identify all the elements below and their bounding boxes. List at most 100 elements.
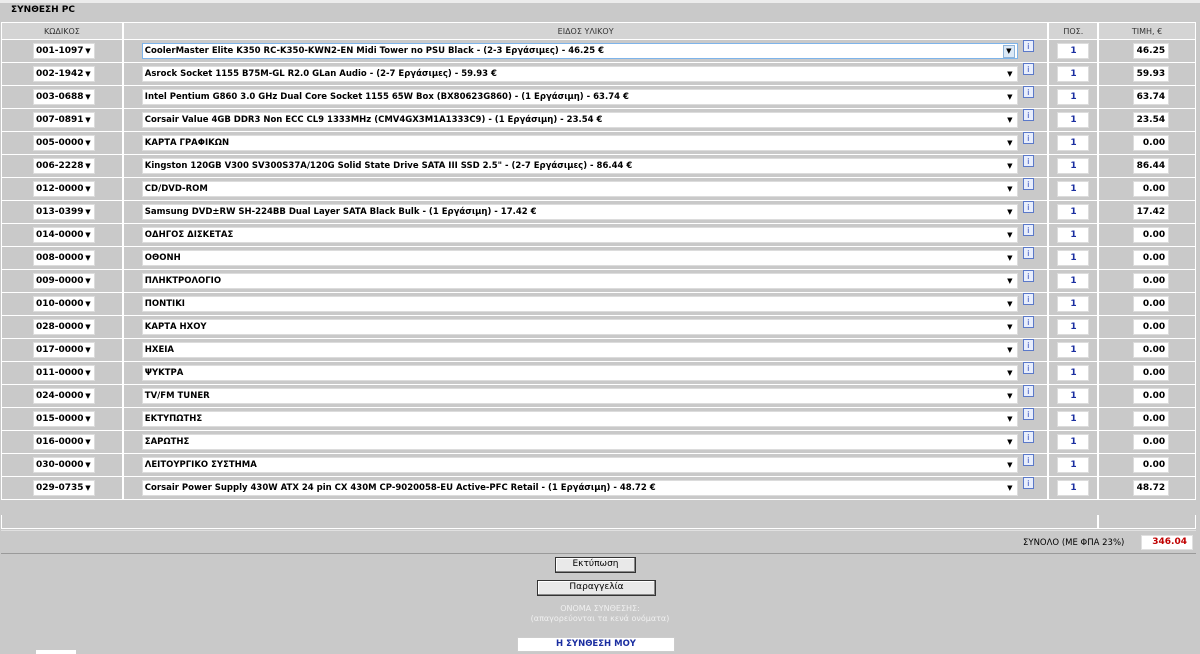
chevron-down-icon[interactable]: ▼: [83, 391, 93, 402]
chevron-down-icon[interactable]: ▼: [1005, 184, 1015, 195]
description-select[interactable]: ΕΚΤΥΠΩΤΗΣ ▼: [141, 411, 1018, 427]
chevron-down-icon[interactable]: ▼: [83, 437, 93, 448]
code-select[interactable]: 011-0000 ▼: [33, 365, 95, 381]
qty-input[interactable]: 1: [1057, 181, 1090, 197]
description-select[interactable]: TV/FM TUNER ▼: [141, 388, 1018, 404]
code-select[interactable]: 002-1942 ▼: [33, 66, 95, 82]
chevron-down-icon[interactable]: ▼: [1005, 138, 1015, 149]
chevron-down-icon[interactable]: ▼: [1005, 414, 1015, 425]
chevron-down-icon[interactable]: ▼: [83, 184, 93, 195]
qty-input[interactable]: 1: [1057, 365, 1090, 381]
chevron-down-icon[interactable]: ▼: [83, 230, 93, 241]
chevron-down-icon[interactable]: ▼: [83, 322, 93, 333]
qty-input[interactable]: 1: [1057, 434, 1090, 450]
qty-input[interactable]: 1: [1057, 227, 1090, 243]
chevron-down-icon[interactable]: ▼: [83, 414, 93, 425]
info-icon[interactable]: i: [1022, 316, 1034, 328]
chevron-down-icon[interactable]: ▼: [1005, 161, 1015, 172]
qty-input[interactable]: 1: [1057, 296, 1090, 312]
chevron-down-icon[interactable]: ▼: [83, 207, 93, 218]
code-select[interactable]: 001-1097 ▼: [33, 43, 95, 59]
qty-input[interactable]: 1: [1057, 66, 1090, 82]
chevron-down-icon[interactable]: ▼: [83, 276, 93, 287]
description-select[interactable]: ΟΘΟΝΗ ▼: [141, 250, 1018, 266]
code-select[interactable]: 024-0000 ▼: [33, 388, 95, 404]
info-icon[interactable]: i: [1022, 224, 1034, 236]
qty-input[interactable]: 1: [1057, 388, 1090, 404]
chevron-down-icon[interactable]: ▼: [83, 253, 93, 264]
code-select[interactable]: 008-0000 ▼: [33, 250, 95, 266]
code-select[interactable]: 010-0000 ▼: [33, 296, 95, 312]
code-select[interactable]: 009-0000 ▼: [33, 273, 95, 289]
code-select[interactable]: 012-0000 ▼: [33, 181, 95, 197]
chevron-down-icon[interactable]: ▼: [83, 483, 93, 494]
description-select[interactable]: CoolerMaster Elite K350 RC-K350-KWN2-EN …: [141, 43, 1018, 59]
chevron-down-icon[interactable]: ▼: [1005, 368, 1015, 379]
description-select[interactable]: ΨΥΚΤΡΑ ▼: [141, 365, 1018, 381]
description-select[interactable]: ΗΧΕΙΑ ▼: [141, 342, 1018, 358]
chevron-down-icon[interactable]: ▼: [83, 69, 93, 80]
chevron-down-icon[interactable]: ▼: [1005, 345, 1015, 356]
code-select[interactable]: 030-0000 ▼: [33, 457, 95, 473]
qty-input[interactable]: 1: [1057, 480, 1090, 496]
info-icon[interactable]: i: [1022, 408, 1034, 420]
chevron-down-icon[interactable]: ▼: [83, 368, 93, 379]
info-icon[interactable]: i: [1022, 201, 1034, 213]
info-icon[interactable]: i: [1022, 270, 1034, 282]
chevron-down-icon[interactable]: ▼: [83, 161, 93, 172]
description-select[interactable]: Asrock Socket 1155 B75M-GL R2.0 GLan Aud…: [141, 66, 1018, 82]
chevron-down-icon[interactable]: ▼: [83, 92, 93, 103]
chevron-down-icon[interactable]: ▼: [1005, 207, 1015, 218]
print-button[interactable]: Εκτύπωση: [555, 557, 636, 573]
chevron-down-icon[interactable]: ▼: [83, 345, 93, 356]
chevron-down-icon[interactable]: ▼: [1005, 483, 1015, 494]
info-icon[interactable]: i: [1022, 86, 1034, 98]
chevron-down-icon[interactable]: ▼: [1005, 299, 1015, 310]
chevron-down-icon[interactable]: ▼: [83, 115, 93, 126]
chevron-down-icon[interactable]: ▼: [1005, 437, 1015, 448]
info-icon[interactable]: i: [1022, 63, 1034, 75]
qty-input[interactable]: 1: [1057, 411, 1090, 427]
qty-input[interactable]: 1: [1057, 158, 1090, 174]
chevron-down-icon[interactable]: ▼: [1005, 460, 1015, 471]
description-select[interactable]: Intel Pentium G860 3.0 GHz Dual Core Soc…: [141, 89, 1018, 105]
qty-input[interactable]: 1: [1057, 319, 1090, 335]
info-icon[interactable]: i: [1022, 339, 1034, 351]
code-select[interactable]: 005-0000 ▼: [33, 135, 95, 151]
info-icon[interactable]: i: [1022, 362, 1034, 374]
chevron-down-icon[interactable]: ▼: [1005, 230, 1015, 241]
info-icon[interactable]: i: [1022, 293, 1034, 305]
code-select[interactable]: 029-0735 ▼: [33, 480, 95, 496]
chevron-down-icon[interactable]: ▼: [1005, 92, 1015, 103]
qty-input[interactable]: 1: [1057, 43, 1090, 59]
description-select[interactable]: ΚΑΡΤΑ ΗΧΟΥ ▼: [141, 319, 1018, 335]
qty-input[interactable]: 1: [1057, 273, 1090, 289]
info-icon[interactable]: i: [1022, 454, 1034, 466]
code-select[interactable]: 006-2228 ▼: [33, 158, 95, 174]
code-select[interactable]: 003-0688 ▼: [33, 89, 95, 105]
chevron-down-icon[interactable]: ▼: [1002, 45, 1015, 58]
code-select[interactable]: 028-0000 ▼: [33, 319, 95, 335]
description-select[interactable]: ΟΔΗΓΟΣ ΔΙΣΚΕΤΑΣ ▼: [141, 227, 1018, 243]
chevron-down-icon[interactable]: ▼: [1005, 322, 1015, 333]
info-icon[interactable]: i: [1022, 40, 1034, 52]
chevron-down-icon[interactable]: ▼: [1005, 391, 1015, 402]
code-select[interactable]: 013-0399 ▼: [33, 204, 95, 220]
chevron-down-icon[interactable]: ▼: [1005, 69, 1015, 80]
description-select[interactable]: ΛΕΙΤΟΥΡΓΙΚΟ ΣΥΣΤΗΜΑ ▼: [141, 457, 1018, 473]
qty-input[interactable]: 1: [1057, 342, 1090, 358]
chevron-down-icon[interactable]: ▼: [83, 299, 93, 310]
order-button[interactable]: Παραγγελία: [537, 580, 656, 596]
info-icon[interactable]: i: [1022, 155, 1034, 167]
info-icon[interactable]: i: [1022, 178, 1034, 190]
qty-input[interactable]: 1: [1057, 89, 1090, 105]
description-select[interactable]: Corsair Value 4GB DDR3 Non ECC CL9 1333M…: [141, 112, 1018, 128]
chevron-down-icon[interactable]: ▼: [83, 460, 93, 471]
code-select[interactable]: 017-0000 ▼: [33, 342, 95, 358]
info-icon[interactable]: i: [1022, 431, 1034, 443]
code-select[interactable]: 015-0000 ▼: [33, 411, 95, 427]
qty-input[interactable]: 1: [1057, 250, 1090, 266]
chevron-down-icon[interactable]: ▼: [1005, 276, 1015, 287]
description-select[interactable]: ΣΑΡΩΤΗΣ ▼: [141, 434, 1018, 450]
chevron-down-icon[interactable]: ▼: [1005, 253, 1015, 264]
